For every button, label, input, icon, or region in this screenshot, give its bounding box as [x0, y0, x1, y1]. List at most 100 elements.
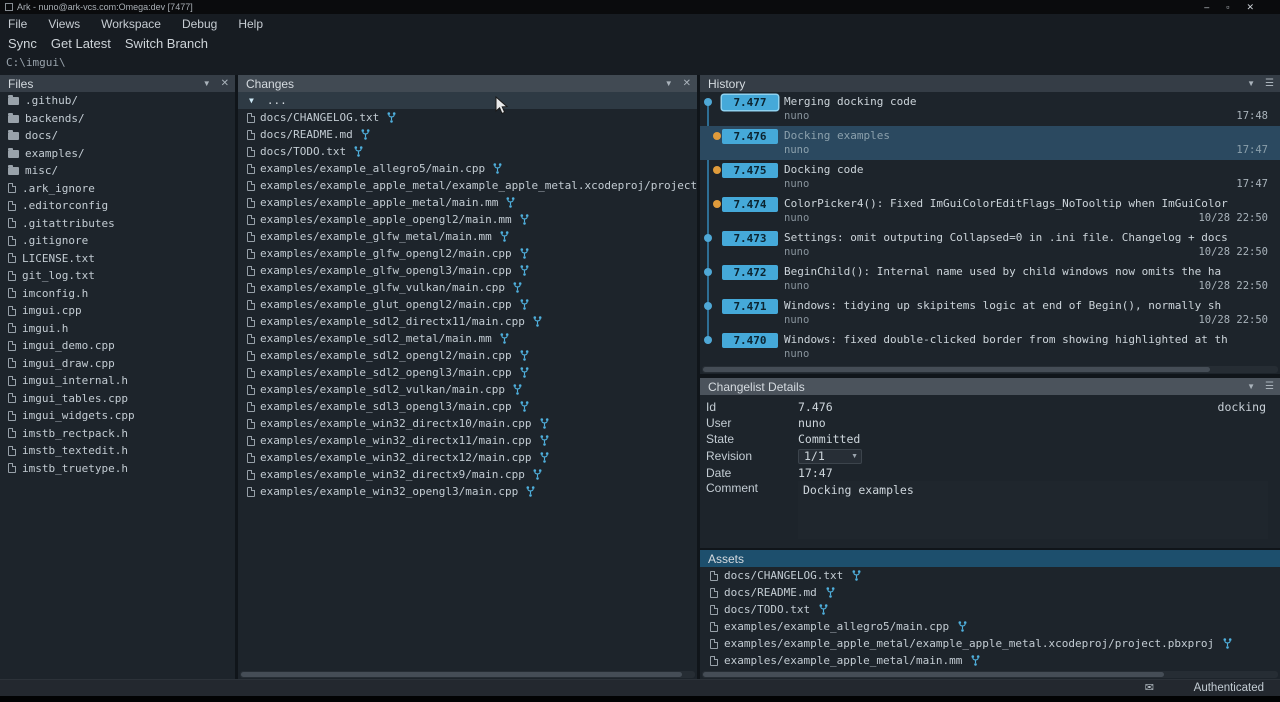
asset-file-row[interactable]: docs/TODO.txt [700, 601, 1280, 618]
changes-root-row[interactable]: ▼ ... [238, 92, 697, 109]
changed-file-row[interactable]: docs/TODO.txt [238, 143, 697, 160]
commit-row[interactable]: 7.470 Windows: fixed double-clicked bord… [700, 330, 1280, 364]
file-tree-item[interactable]: imgui_draw.cpp [0, 355, 235, 373]
horizontal-scrollbar[interactable] [702, 671, 1278, 678]
file-tree-item[interactable]: imgui.h [0, 320, 235, 338]
filter-icon[interactable]: ▼ [1247, 382, 1255, 391]
panel-menu-icon[interactable]: ☰ [1265, 78, 1274, 89]
asset-file-row[interactable]: examples/example_apple_metal/example_app… [700, 635, 1280, 652]
commit-row[interactable]: 7.476 Docking examples nuno 17:47 [700, 126, 1280, 160]
horizontal-scrollbar[interactable] [702, 366, 1278, 373]
file-tree-item[interactable]: imgui_widgets.cpp [0, 407, 235, 425]
changed-file-row[interactable]: examples/example_sdl2_opengl3/main.cpp [238, 364, 697, 381]
changed-file-row[interactable]: examples/example_glut_opengl2/main.cpp [238, 296, 697, 313]
file-tree-item[interactable]: docs/ [0, 127, 235, 145]
changed-file-row[interactable]: examples/example_glfw_vulkan/main.cpp [238, 279, 697, 296]
changed-file-row[interactable]: examples/example_win32_directx12/main.cp… [238, 449, 697, 466]
file-tree-item[interactable]: examples/ [0, 145, 235, 163]
scrollbar-thumb[interactable] [703, 672, 1164, 677]
sync-button[interactable]: Sync [8, 36, 37, 51]
changed-file-row[interactable]: examples/example_apple_opengl2/main.mm [238, 211, 697, 228]
commit-row[interactable]: 7.475 Docking code nuno 17:47 [700, 160, 1280, 194]
file-tree-item[interactable]: .editorconfig [0, 197, 235, 215]
file-tree-item[interactable]: imstb_truetype.h [0, 460, 235, 478]
file-tree-item[interactable]: imgui.cpp [0, 302, 235, 320]
revision-select[interactable]: 1/1 ▼ [798, 449, 862, 464]
branch-icon [506, 197, 515, 208]
changed-file-row[interactable]: examples/example_win32_directx10/main.cp… [238, 415, 697, 432]
commit-row[interactable]: 7.473 Settings: omit outputing Collapsed… [700, 228, 1280, 262]
changed-file-row[interactable]: examples/example_sdl2_directx11/main.cpp [238, 313, 697, 330]
changed-file-row[interactable]: examples/example_sdl2_vulkan/main.cpp [238, 381, 697, 398]
changed-file-row[interactable]: examples/example_sdl3_opengl3/main.cpp [238, 398, 697, 415]
branch-icon [500, 333, 509, 344]
scrollbar-thumb[interactable] [703, 367, 1210, 372]
changed-file-row[interactable]: examples/example_win32_directx11/main.cp… [238, 432, 697, 449]
file-tree-item[interactable]: .gitignore [0, 232, 235, 250]
asset-file-row[interactable]: examples/example_allegro5/main.cpp [700, 618, 1280, 635]
scrollbar-thumb[interactable] [241, 672, 682, 677]
file-tree-item[interactable]: .ark_ignore [0, 180, 235, 198]
changed-file-row[interactable]: examples/example_sdl2_opengl2/main.cpp [238, 347, 697, 364]
changed-file-row[interactable]: docs/README.md [238, 126, 697, 143]
menu-file[interactable]: File [8, 17, 27, 31]
menu-debug[interactable]: Debug [182, 17, 217, 31]
auth-status: Authenticated [1194, 682, 1264, 694]
changed-file-row[interactable]: examples/example_glfw_opengl3/main.cpp [238, 262, 697, 279]
details-fields: Id 7.476 docking User nuno State Committ… [700, 399, 1280, 539]
file-tree-item[interactable]: imstb_textedit.h [0, 442, 235, 460]
changed-file-path: examples/example_win32_directx11/main.cp… [260, 434, 532, 447]
commit-row[interactable]: 7.477 Merging docking code nuno 17:48 [700, 92, 1280, 126]
file-tree-item[interactable]: misc/ [0, 162, 235, 180]
assets-header[interactable]: Assets [700, 550, 1280, 567]
file-tree-item[interactable]: git_log.txt [0, 267, 235, 285]
asset-file-row[interactable]: docs/README.md [700, 584, 1280, 601]
file-tree-item[interactable]: backends/ [0, 110, 235, 128]
file-tree-item[interactable]: imgui_internal.h [0, 372, 235, 390]
changed-file-row[interactable]: examples/example_apple_metal/example_app… [238, 177, 697, 194]
changed-file-row[interactable]: examples/example_apple_metal/main.mm [238, 194, 697, 211]
maximize-button[interactable]: ▫ [1226, 0, 1229, 14]
file-tree-item[interactable]: LICENSE.txt [0, 250, 235, 268]
filter-icon[interactable]: ▼ [665, 79, 673, 88]
changed-file-row[interactable]: examples/example_win32_directx9/main.cpp [238, 466, 697, 483]
commit-row[interactable]: 7.472 BeginChild(): Internal name used b… [700, 262, 1280, 296]
filter-icon[interactable]: ▼ [1247, 79, 1255, 88]
changed-file-row[interactable]: examples/example_glfw_opengl2/main.cpp [238, 245, 697, 262]
file-name: .editorconfig [22, 199, 108, 212]
file-tree-item[interactable]: imstb_rectpack.h [0, 425, 235, 443]
branch-icon [500, 231, 509, 242]
file-tree-item[interactable]: .github/ [0, 92, 235, 110]
menu-views[interactable]: Views [48, 17, 80, 31]
get-latest-button[interactable]: Get Latest [51, 36, 111, 51]
filter-icon[interactable]: ▼ [203, 79, 211, 88]
close-button[interactable]: ✕ [1246, 0, 1254, 14]
minimize-button[interactable]: – [1204, 0, 1209, 14]
commit-time: 10/28 22:50 [1198, 211, 1268, 225]
changed-file-row[interactable]: examples/example_allegro5/main.cpp [238, 160, 697, 177]
menu-help[interactable]: Help [238, 17, 263, 31]
close-panel-icon[interactable]: ✕ [683, 78, 691, 89]
asset-file-row[interactable]: docs/CHANGELOG.txt [700, 567, 1280, 584]
file-name: imgui_widgets.cpp [22, 409, 135, 422]
changed-file-row[interactable]: docs/CHANGELOG.txt [238, 109, 697, 126]
expander-icon[interactable]: ▼ [249, 96, 254, 105]
file-type-icon [8, 218, 16, 228]
file-tree-item[interactable]: .gitattributes [0, 215, 235, 233]
file-tree-item[interactable]: imgui_demo.cpp [0, 337, 235, 355]
changed-file-row[interactable]: examples/example_win32_opengl3/main.cpp [238, 483, 697, 500]
asset-file-path: docs/README.md [724, 586, 817, 599]
horizontal-scrollbar[interactable] [240, 671, 695, 678]
changed-file-row[interactable]: examples/example_glfw_metal/main.mm [238, 228, 697, 245]
changed-file-row[interactable]: examples/example_sdl2_metal/main.mm [238, 330, 697, 347]
close-panel-icon[interactable]: ✕ [221, 78, 229, 89]
commit-row[interactable]: 7.474 ColorPicker4(): Fixed ImGuiColorEd… [700, 194, 1280, 228]
panel-menu-icon[interactable]: ☰ [1265, 381, 1274, 392]
asset-file-row[interactable]: examples/example_apple_metal/main.mm [700, 652, 1280, 669]
comment-field[interactable]: Docking examples [798, 481, 1268, 539]
file-tree-item[interactable]: imgui_tables.cpp [0, 390, 235, 408]
switch-branch-button[interactable]: Switch Branch [125, 36, 208, 51]
file-tree-item[interactable]: imconfig.h [0, 285, 235, 303]
commit-row[interactable]: 7.471 Windows: tidying up skipitems logi… [700, 296, 1280, 330]
menu-workspace[interactable]: Workspace [101, 17, 161, 31]
